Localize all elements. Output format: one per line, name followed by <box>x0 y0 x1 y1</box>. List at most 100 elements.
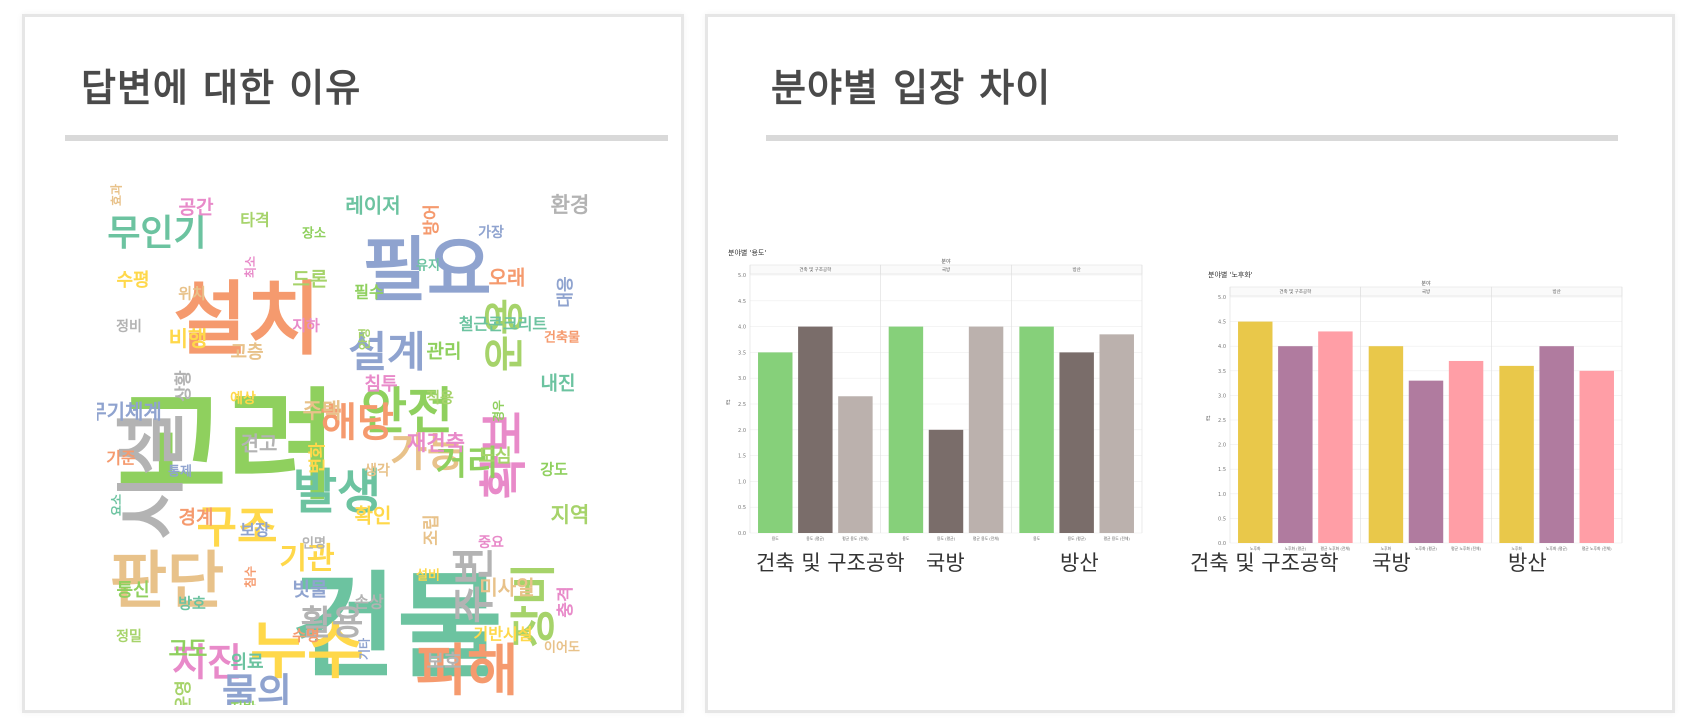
wordcloud-word: 비행 <box>169 327 208 351</box>
wordcloud-word: 고층 <box>230 342 263 363</box>
field-differences-divider <box>766 135 1618 141</box>
wordcloud-word: 수평 <box>116 270 149 291</box>
chart2-group-label-3: 방산 <box>1508 551 1547 575</box>
chart-bar <box>1408 380 1444 543</box>
wordcloud-word: 빗물 <box>293 579 328 601</box>
wordcloud-word: 기타 <box>357 638 372 660</box>
wordcloud-word: 설비 <box>416 569 440 584</box>
wordcloud-word: 지반 <box>230 700 256 705</box>
wordcloud-word: 변화 <box>308 442 328 474</box>
wordcloud-word: 지역 <box>551 503 590 527</box>
reasons-title: 답변에 대한 이유 <box>81 66 362 110</box>
chart-tick-label: 2.0 <box>1218 443 1226 449</box>
chart-bar <box>1278 346 1313 543</box>
usage-chart: 분야별 '용도' 분야값 0.0 0.5 1.0 1.5 2.0 2.5 3.0 3.5 4.0 4.… <box>726 248 1143 541</box>
wordcloud-word: 방어 <box>422 204 442 235</box>
wordcloud-word: 통제 <box>168 465 192 480</box>
field-differences-card: 분야별 입장 차이 분야별 '용도' 분야 값 0.0 0.5 1.0 1.5 2.0 2.5 3… <box>705 14 1675 713</box>
reasons-divider <box>65 135 668 141</box>
chart-bar-label: 용도 (평균) <box>806 536 825 541</box>
chart-bar <box>888 326 924 533</box>
wordcloud-word: 침투 <box>364 374 397 395</box>
chart-y-label: 값 <box>726 399 731 406</box>
wordcloud-word: 드론 <box>293 269 328 291</box>
chart1-group-label-2: 국방 <box>926 551 965 575</box>
wordcloud-word: 최소 <box>243 256 258 278</box>
wordcloud-word: 보호 <box>427 651 462 673</box>
chart-facet-label: 국방 <box>942 266 950 273</box>
wordcloud-word: 무인기 <box>107 213 206 254</box>
wordcloud-word: 조립 <box>422 514 442 545</box>
chart-bar <box>1059 352 1094 533</box>
chart1-group-label-1: 건축 및 구조공학 <box>756 551 905 575</box>
chart-tick-label: 4.5 <box>1218 320 1226 326</box>
chart-bar <box>758 352 793 533</box>
wordcloud-word: 효과 <box>109 184 124 206</box>
wordcloud-word: 철근콘크리트 <box>459 315 548 334</box>
chart1-group-label-3: 방산 <box>1060 551 1099 575</box>
wordcloud-word: 내진 <box>541 373 576 395</box>
wordcloud-word: 고도 <box>169 637 208 661</box>
wordcloud-word: 무기체계 <box>97 400 162 424</box>
chart-bar <box>1539 346 1574 543</box>
wordcloud-word: 필수 <box>354 283 384 302</box>
chart-bar-label: 용도 <box>902 536 909 541</box>
wordcloud-word: 도심 <box>478 446 511 467</box>
chart-tick-label: 4.5 <box>738 299 746 305</box>
chart-tick-label: 2.5 <box>1218 418 1226 424</box>
wordcloud-word: 위치 <box>178 285 206 303</box>
chart-facet-label: 건축 및 구조공학 <box>1279 288 1311 295</box>
wordcloud-word: 기준 <box>106 449 136 468</box>
chart-field-header: 분야 <box>941 258 951 265</box>
chart-bar <box>1499 365 1534 543</box>
wordcloud-word: 적용 <box>426 389 454 407</box>
wordcloud-word: 미사일 <box>479 576 534 600</box>
chart-tick-label: 1.5 <box>738 454 746 460</box>
wordcloud-word: 주택 <box>303 399 342 423</box>
wordcloud-word: 대응 <box>556 276 576 308</box>
wordcloud-word: 예상 <box>230 391 256 407</box>
chart-bar-label: 평균 용도 (전체) <box>842 536 869 541</box>
chart-tick-label: 4.0 <box>738 325 746 331</box>
chart-tick-label: 0.5 <box>738 505 746 511</box>
chart-tick-label: 0.0 <box>738 531 746 537</box>
wordcloud-word: 공간 <box>179 197 214 219</box>
wordcloud-word: 경우 <box>492 400 506 422</box>
wordcloud-word: 방호 <box>178 595 206 613</box>
chart-bar <box>1099 334 1134 533</box>
wordcloud-word: 보장 <box>240 521 270 540</box>
wordcloud-word: 상황 <box>174 370 194 402</box>
chart-bar <box>968 326 1004 533</box>
chart-tick-label: 1.0 <box>1218 492 1226 498</box>
chart-bar <box>1318 331 1353 543</box>
wordcloud-word: 요소 <box>110 494 124 516</box>
wordcloud-word: 인명 <box>302 536 326 552</box>
wordcloud-word: 물의 <box>222 671 292 706</box>
field-differences-title: 분야별 입장 차이 <box>771 66 1052 110</box>
wordcloud-word: 가장 <box>478 224 504 241</box>
chart-bar <box>838 396 873 533</box>
wordcloud-word: 지하 <box>292 317 320 335</box>
wordcloud-word: 생각 <box>364 462 390 479</box>
chart-bar-label: 평균 용도 (전체) <box>973 536 1000 541</box>
chart-small-title: 분야별 '노후화' <box>1208 270 1253 279</box>
wordcloud-word: 안정 <box>357 328 372 350</box>
chart-tick-label: 4.0 <box>1218 344 1226 350</box>
chart-tick-label: 0.5 <box>1218 516 1226 522</box>
wordcloud-word: 유지 <box>416 259 440 274</box>
wordcloud-word: 중요 <box>478 535 504 551</box>
chart-tick-label: 5.0 <box>738 273 746 279</box>
wordcloud-word: 환경 <box>551 193 590 217</box>
wordcloud-word: 경계 <box>179 507 214 529</box>
wordcloud-word: 침수 <box>243 566 258 588</box>
wordcloud-word: 장소 <box>302 226 326 242</box>
wordcloud-word: 수명 <box>292 627 320 645</box>
wordcloud-word: 의료 <box>230 652 263 673</box>
chart-bar-label: 평균 용도 (전체) <box>1104 536 1131 541</box>
chart-field-header: 분야 <box>1421 280 1431 287</box>
wordcloud-word: 손상 <box>354 593 384 612</box>
chart-bar-label: 용도 <box>772 536 779 541</box>
wordcloud-word: 관리 <box>427 341 462 363</box>
chart-bar <box>928 429 964 533</box>
chart-bar <box>1019 326 1054 533</box>
